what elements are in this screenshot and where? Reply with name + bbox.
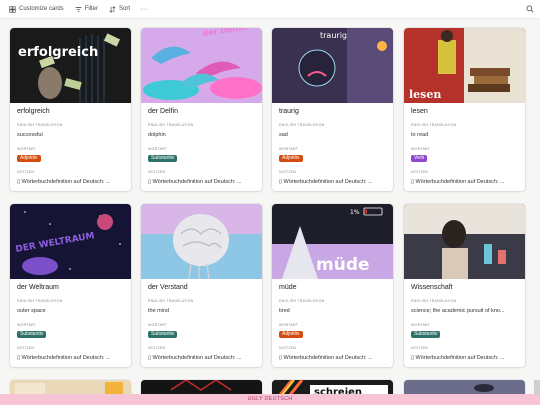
card-cover: 1% müde bbox=[272, 204, 393, 279]
notizen-label: NOTIZEN bbox=[411, 346, 429, 350]
card-cover: der Delfin bbox=[141, 28, 262, 103]
wortart-badge: Substantiv bbox=[148, 155, 178, 162]
svg-text:traurig: traurig bbox=[320, 31, 347, 40]
more-options-button[interactable]: ··· bbox=[140, 6, 149, 13]
notizen-label: NOTIZEN bbox=[279, 170, 297, 174]
cover-image: erfolgreich bbox=[10, 28, 131, 103]
card-cover bbox=[141, 204, 262, 279]
card-cover: traurig bbox=[272, 28, 393, 103]
notes-value: ▯ Wörterbuchdefinition auf Deutsch: ... bbox=[148, 179, 242, 185]
translation-value: sad bbox=[279, 132, 288, 138]
translation-label: ENGLISH TRANSLATION bbox=[148, 123, 194, 127]
svg-text:1%: 1% bbox=[350, 209, 360, 216]
customize-icon bbox=[9, 5, 16, 13]
notes-value: ▯ Wörterbuchdefinition auf Deutsch: ... bbox=[17, 179, 111, 185]
notes-value: ▯ Wörterbuchdefinition auf Deutsch: ... bbox=[411, 355, 505, 361]
cover-image: traurig bbox=[272, 28, 393, 103]
card-cover: DER WELTRAUM bbox=[10, 204, 131, 279]
wortart-badge: Substantiv bbox=[148, 331, 178, 338]
translation-label: ENGLISH TRANSLATION bbox=[17, 123, 63, 127]
translation-label: ENGLISH TRANSLATION bbox=[17, 299, 63, 303]
card-title: Wissenschaft bbox=[411, 284, 453, 291]
wortart-badge: Adjektiv bbox=[17, 155, 41, 162]
gallery-card[interactable]: Wissenschaft ENGLISH TRANSLATION science… bbox=[404, 204, 525, 367]
translation-label: ENGLISH TRANSLATION bbox=[279, 123, 325, 127]
sort-label: Sort bbox=[119, 6, 131, 12]
customize-cards-button[interactable]: Customize cards bbox=[7, 3, 66, 15]
wortart-label: WORTART bbox=[411, 147, 431, 151]
cover-image bbox=[141, 204, 262, 279]
notes-value: ▯ Wörterbuchdefinition auf Deutsch: ... bbox=[411, 179, 505, 185]
translation-value: outer space bbox=[17, 308, 46, 314]
gallery-card[interactable]: traurig traurig ENGLISH TRANSLATION sad … bbox=[272, 28, 393, 191]
translation-label: ENGLISH TRANSLATION bbox=[411, 299, 457, 303]
card-cover: lesen bbox=[404, 28, 525, 103]
card-title: müde bbox=[279, 284, 297, 291]
cover-image: DER WELTRAUM bbox=[10, 204, 131, 279]
translation-label: ENGLISH TRANSLATION bbox=[148, 299, 194, 303]
wortart-label: WORTART bbox=[17, 147, 37, 151]
notes-value: ▯ Wörterbuchdefinition auf Deutsch: ... bbox=[279, 179, 373, 185]
gallery-card[interactable]: 1% müde müde ENGLISH TRANSLATION tired W… bbox=[272, 204, 393, 367]
wortart-badge: Adjektiv bbox=[279, 331, 303, 338]
wortart-badge: Substantiv bbox=[17, 331, 47, 338]
translation-value: to read bbox=[411, 132, 429, 138]
cover-image: lesen bbox=[404, 28, 525, 103]
translation-value: dolphin bbox=[148, 132, 166, 138]
toolbar: Customize cards Filter Sort ··· bbox=[0, 0, 540, 19]
notes-value: ▯ Wörterbuchdefinition auf Deutsch: ... bbox=[17, 355, 111, 361]
cover-image bbox=[404, 204, 525, 279]
sort-button[interactable]: Sort bbox=[107, 3, 132, 15]
notes-value: ▯ Wörterbuchdefinition auf Deutsch: ... bbox=[148, 355, 242, 361]
card-title: lesen bbox=[411, 108, 428, 115]
translation-value: successful bbox=[17, 132, 43, 138]
wortart-label: WORTART bbox=[279, 147, 299, 151]
card-cover: erfolgreich bbox=[10, 28, 131, 103]
gallery-card[interactable]: lesen lesen ENGLISH TRANSLATION to read … bbox=[404, 28, 525, 191]
wortart-label: WORTART bbox=[411, 323, 431, 327]
customize-cards-label: Customize cards bbox=[19, 6, 64, 12]
notes-value: ▯ Wörterbuchdefinition auf Deutsch: ... bbox=[279, 355, 373, 361]
notizen-label: NOTIZEN bbox=[148, 170, 166, 174]
wortart-badge: Adjektiv bbox=[279, 155, 303, 162]
svg-text:erfolgreich: erfolgreich bbox=[18, 45, 98, 60]
card-title: der Verstand bbox=[148, 284, 188, 291]
wortart-badge: Substantiv bbox=[411, 331, 441, 338]
gallery-card[interactable]: DER WELTRAUM der Weltraum ENGLISH TRANSL… bbox=[10, 204, 131, 367]
translation-label: ENGLISH TRANSLATION bbox=[279, 299, 325, 303]
wortart-badge: Verb bbox=[411, 155, 428, 162]
card-title: der Weltraum bbox=[17, 284, 59, 291]
cover-image: 1% müde bbox=[272, 204, 393, 279]
filter-label: Filter bbox=[84, 6, 99, 12]
notizen-label: NOTIZEN bbox=[17, 346, 35, 350]
notizen-label: NOTIZEN bbox=[17, 170, 35, 174]
scrollbar[interactable] bbox=[534, 380, 540, 394]
wortart-label: WORTART bbox=[148, 323, 168, 327]
footer-banner: UGLY DEUTSCH bbox=[0, 394, 540, 405]
card-title: erfolgreich bbox=[17, 108, 50, 115]
translation-label: ENGLISH TRANSLATION bbox=[411, 123, 457, 127]
translation-value: the mind bbox=[148, 308, 170, 314]
cover-image: der Delfin bbox=[141, 28, 262, 103]
sort-icon bbox=[109, 5, 116, 13]
search-icon[interactable] bbox=[526, 5, 534, 13]
svg-text:lesen: lesen bbox=[409, 88, 441, 101]
filter-icon bbox=[75, 6, 81, 12]
notizen-label: NOTIZEN bbox=[411, 170, 429, 174]
filter-button[interactable]: Filter bbox=[73, 3, 100, 15]
card-cover bbox=[404, 204, 525, 279]
gallery-card[interactable]: erfolgreich erfolgreich ENGLISH TRANSLAT… bbox=[10, 28, 131, 191]
svg-text:müde: müde bbox=[316, 255, 370, 275]
translation-value: tired bbox=[279, 308, 290, 314]
wortart-label: WORTART bbox=[17, 323, 37, 327]
wortart-label: WORTART bbox=[279, 323, 299, 327]
card-title: traurig bbox=[279, 108, 299, 115]
wortart-label: WORTART bbox=[148, 147, 168, 151]
notizen-label: NOTIZEN bbox=[279, 346, 297, 350]
notizen-label: NOTIZEN bbox=[148, 346, 166, 350]
gallery-card[interactable]: der Delfin der Delfin ENGLISH TRANSLATIO… bbox=[141, 28, 262, 191]
card-title: der Delfin bbox=[148, 108, 178, 115]
gallery-card[interactable]: der Verstand ENGLISH TRANSLATION the min… bbox=[141, 204, 262, 367]
translation-value: science; the academic pursuit of kno... bbox=[411, 308, 505, 314]
